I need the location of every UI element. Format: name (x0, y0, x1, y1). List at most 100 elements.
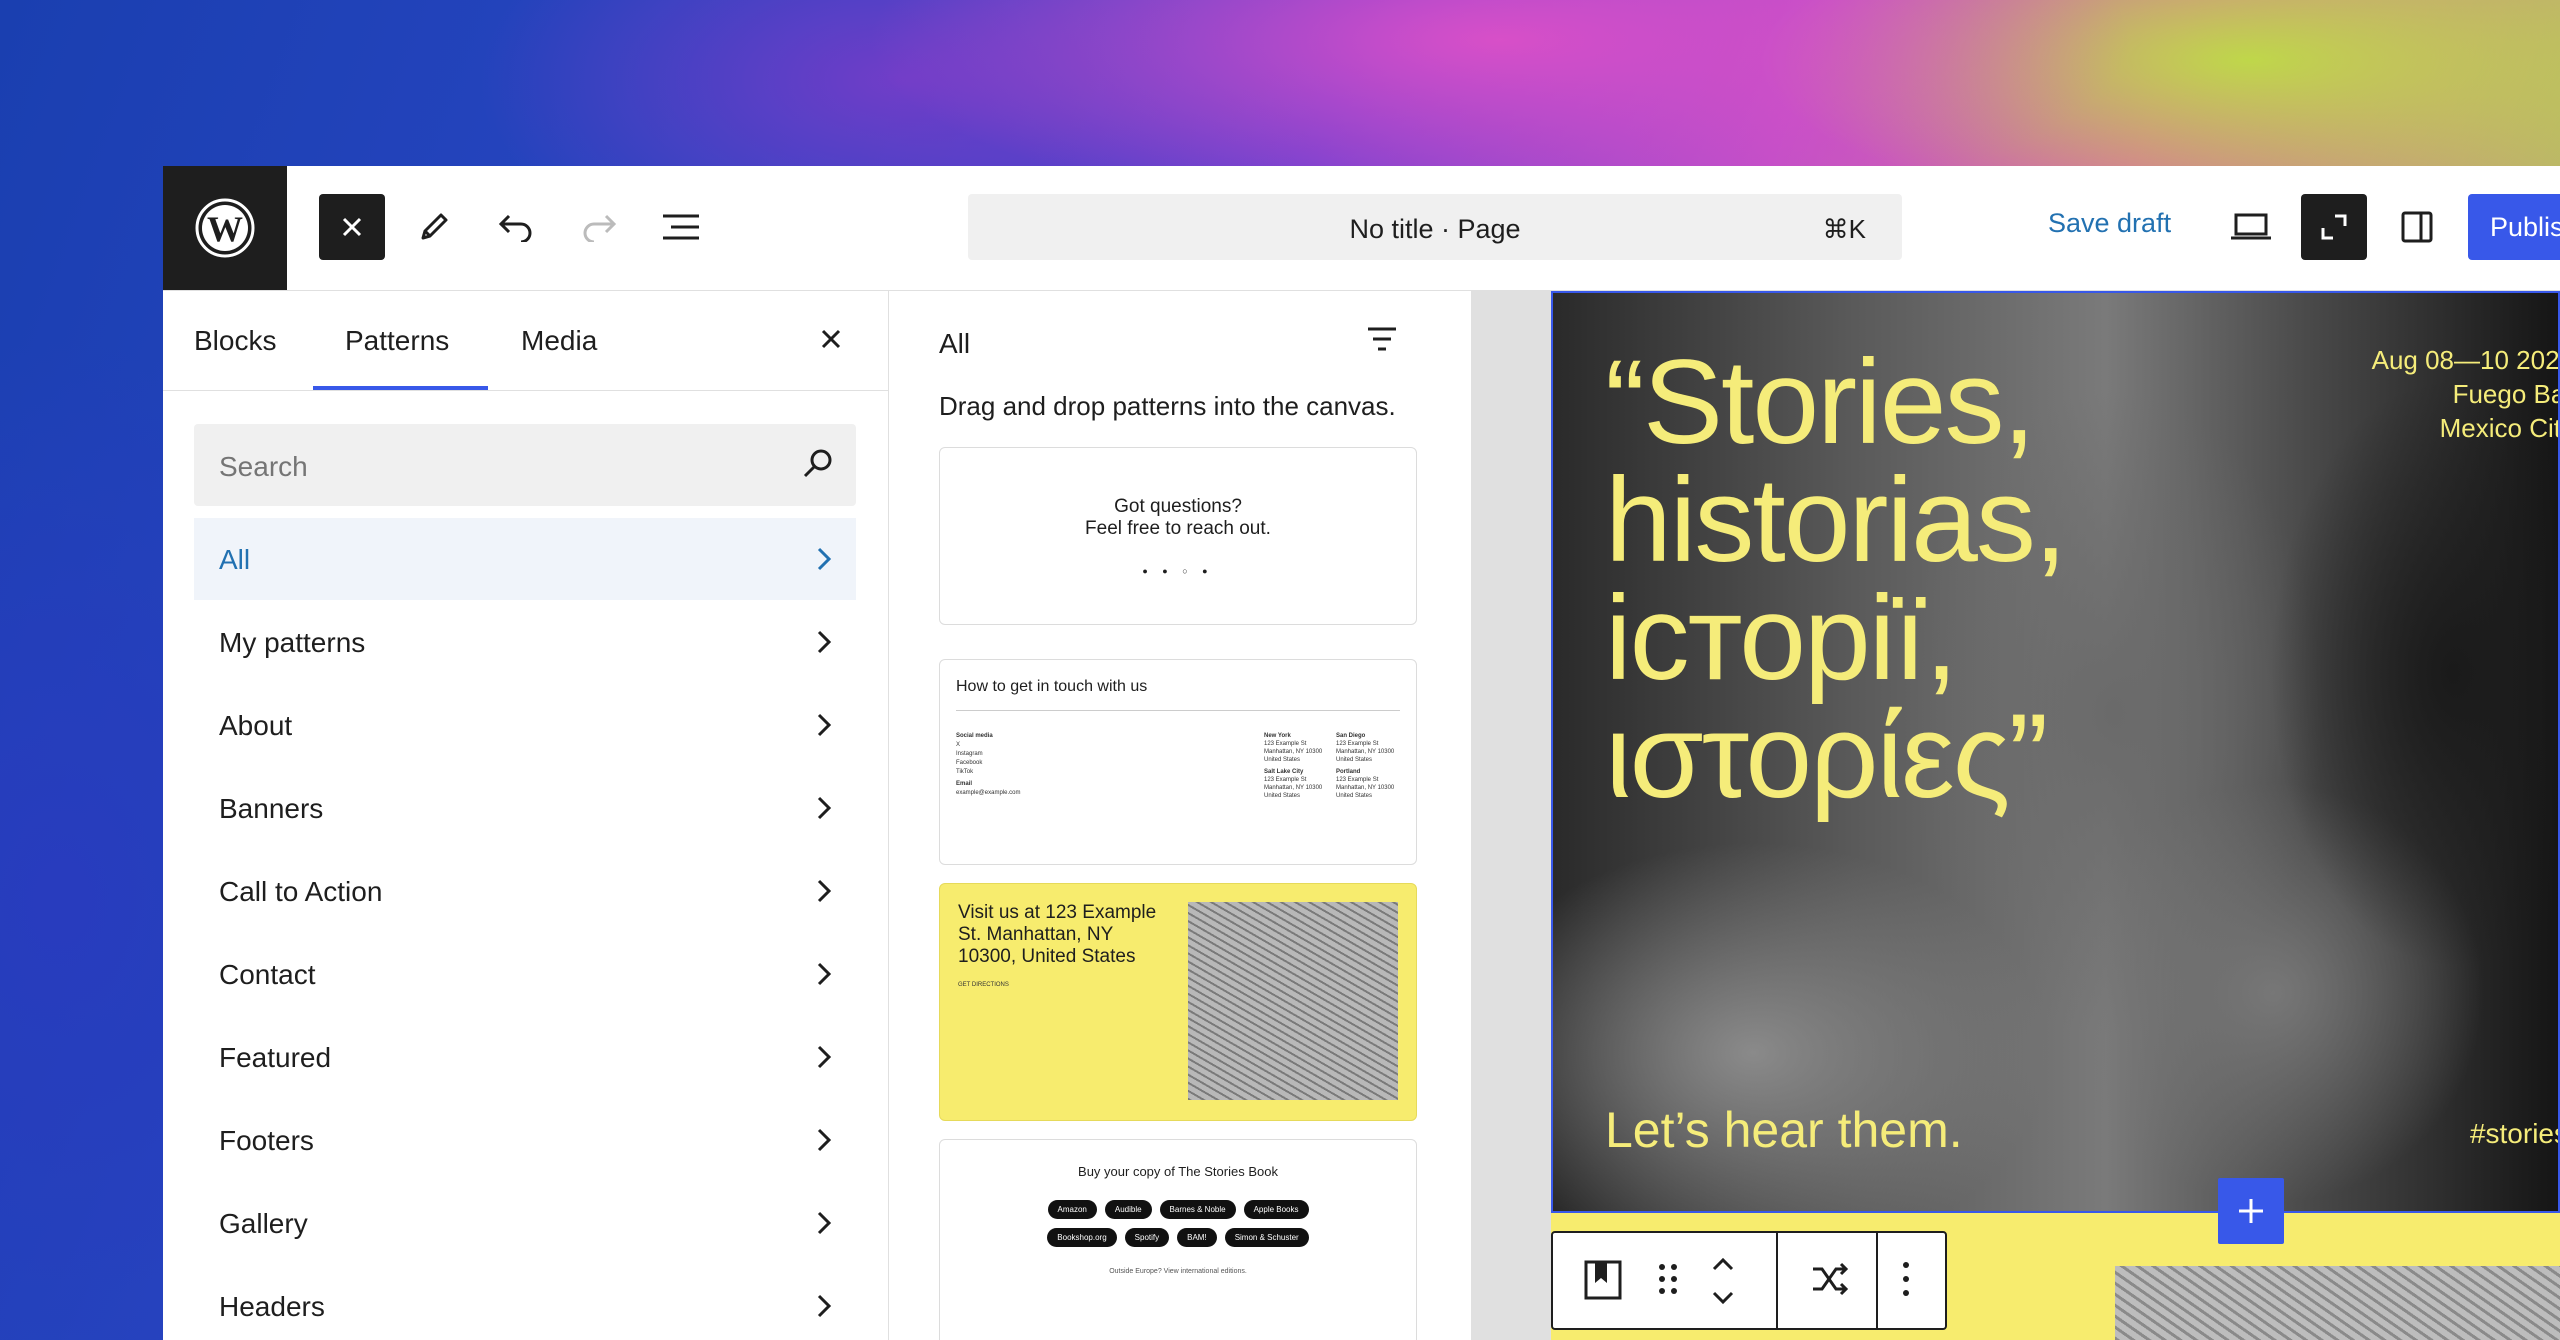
move-down-icon[interactable] (1708, 1287, 1738, 1309)
quote-line: historias, (1605, 453, 2067, 587)
email-heading: Email (956, 781, 973, 787)
office-city: Portland (1336, 769, 1361, 775)
search-placeholder: Search (219, 451, 308, 482)
add-block-button[interactable] (2218, 1178, 2284, 1244)
chevron-right-icon (817, 1294, 832, 1318)
drag-handle-icon[interactable] (1656, 1259, 1680, 1299)
tab-blocks[interactable]: Blocks (194, 325, 276, 357)
pattern-heading: Buy your copy of The Stories Book (1078, 1164, 1278, 1179)
wordpress-logo[interactable]: W (163, 166, 287, 290)
document-title: No title · Page (1349, 214, 1521, 244)
category-label: Call to Action (219, 876, 383, 907)
office-address: 123 Example St (1336, 741, 1379, 747)
redo-icon (583, 214, 617, 242)
store-button: Barnes & Noble (1159, 1200, 1236, 1219)
pattern-category-title: All (939, 328, 971, 359)
pencil-icon (421, 213, 448, 240)
store-button: Simon & Schuster (1224, 1228, 1309, 1247)
cover-block[interactable]: “Stories, historias, iсторії, ιστορίες” … (1551, 291, 2560, 1213)
wordpress-icon: W (195, 198, 255, 258)
fullscreen-toggle[interactable] (2301, 194, 2367, 260)
pattern-card-contact-cta[interactable]: Got questions? Feel free to reach out. ●… (939, 447, 1417, 625)
store-button: Amazon (1047, 1200, 1097, 1219)
tools-button[interactable] (401, 194, 467, 260)
redo-button[interactable] (566, 194, 632, 260)
category-label: About (219, 710, 293, 741)
close-inserter-button[interactable] (319, 194, 385, 260)
category-call-to-action[interactable]: Call to Action (194, 850, 856, 932)
office-address: Manhattan, NY 10300 (1336, 749, 1395, 755)
publish-button[interactable]: Publish (2468, 194, 2560, 260)
hero-quote[interactable]: “Stories, historias, iсторії, ιστορίες” (1605, 335, 2067, 816)
chevron-right-icon (817, 879, 832, 903)
office-address: 123 Example St (1264, 777, 1307, 783)
sidebar-icon (2401, 211, 2433, 243)
hero-hashtag[interactable]: #stories (2470, 1118, 2558, 1150)
shuffle-icon[interactable] (1810, 1259, 1850, 1299)
bookmark-block-icon[interactable] (1583, 1259, 1623, 1303)
chevron-right-icon (817, 962, 832, 986)
map-image (1188, 902, 1398, 1100)
chevron-right-icon (817, 547, 832, 571)
tab-media[interactable]: Media (521, 325, 597, 357)
category-my-patterns[interactable]: My patterns (194, 601, 856, 683)
undo-button[interactable] (483, 194, 549, 260)
editor-window: W No title · Page ⌘K Save draft Publis B… (163, 166, 2560, 1340)
social-heading: Social media (956, 733, 993, 739)
category-featured[interactable]: Featured (194, 1016, 856, 1098)
category-label: Featured (219, 1042, 332, 1073)
filter-icon[interactable] (1365, 325, 1399, 355)
chevron-right-icon (817, 713, 832, 737)
move-up-icon[interactable] (1708, 1253, 1738, 1275)
quote-line: “Stories, (1605, 335, 2036, 469)
pattern-card-contact-details[interactable]: How to get in touch with us Social media… (939, 659, 1417, 865)
pattern-text: Feel free to reach out. (1085, 518, 1271, 539)
chevron-right-icon (817, 1045, 832, 1069)
store-button: Apple Books (1243, 1200, 1309, 1219)
document-overview-button[interactable] (648, 194, 714, 260)
category-banners[interactable]: Banners (194, 767, 856, 849)
category-contact[interactable]: Contact (194, 933, 856, 1015)
close-icon (342, 217, 362, 237)
command-palette-trigger[interactable]: No title · Page ⌘K (968, 194, 1902, 260)
event-details[interactable]: Aug 08—10 2025 Fuego Bar Mexico City (2372, 343, 2558, 445)
active-tab-indicator (313, 386, 488, 390)
pattern-text: Got questions? (1114, 496, 1242, 517)
more-options-icon[interactable] (1901, 1259, 1911, 1299)
social-link: TikTok (956, 769, 974, 775)
category-about[interactable]: About (194, 684, 856, 766)
office-city: Salt Lake City (1264, 769, 1304, 775)
office-address: United States (1336, 793, 1373, 799)
store-button: Audible (1104, 1200, 1152, 1219)
category-label: Footers (219, 1125, 314, 1156)
save-draft-button[interactable]: Save draft (2048, 208, 2171, 239)
inserter-tabs: Blocks Patterns Media (163, 291, 888, 391)
block-toolbar (1551, 1231, 1947, 1330)
close-icon[interactable] (813, 321, 849, 357)
category-label: Gallery (219, 1208, 308, 1239)
toolbar-separator (1776, 1233, 1778, 1328)
directions-link: GET DIRECTIONS (958, 982, 1009, 988)
quote-line: iсторії, (1605, 571, 1958, 705)
pattern-card-buy-book[interactable]: Buy your copy of The Stories Book Amazon… (939, 1139, 1417, 1340)
laptop-preview-icon (2231, 213, 2271, 240)
office-address: 123 Example St (1264, 741, 1307, 747)
chevron-right-icon (817, 796, 832, 820)
chevron-right-icon (817, 1128, 832, 1152)
settings-sidebar-toggle[interactable] (2384, 194, 2450, 260)
tab-patterns[interactable]: Patterns (345, 325, 449, 357)
divider (956, 710, 1400, 711)
office-address: Manhattan, NY 10300 (1264, 749, 1323, 755)
category-headers[interactable]: Headers (194, 1265, 856, 1340)
event-city: Mexico City (2439, 413, 2558, 443)
hero-subtitle[interactable]: Let’s hear them. (1605, 1101, 1963, 1159)
category-footers[interactable]: Footers (194, 1099, 856, 1181)
category-gallery[interactable]: Gallery (194, 1182, 856, 1264)
category-all[interactable]: All (194, 518, 856, 600)
search-input[interactable]: Search (194, 424, 856, 506)
office-address: United States (1264, 793, 1301, 799)
store-button: Spotify (1124, 1228, 1170, 1247)
preview-button[interactable] (2218, 194, 2284, 260)
pattern-card-visit-us[interactable]: Visit us at 123 Example St. Manhattan, N… (939, 883, 1417, 1121)
office-city: New York (1264, 733, 1291, 739)
